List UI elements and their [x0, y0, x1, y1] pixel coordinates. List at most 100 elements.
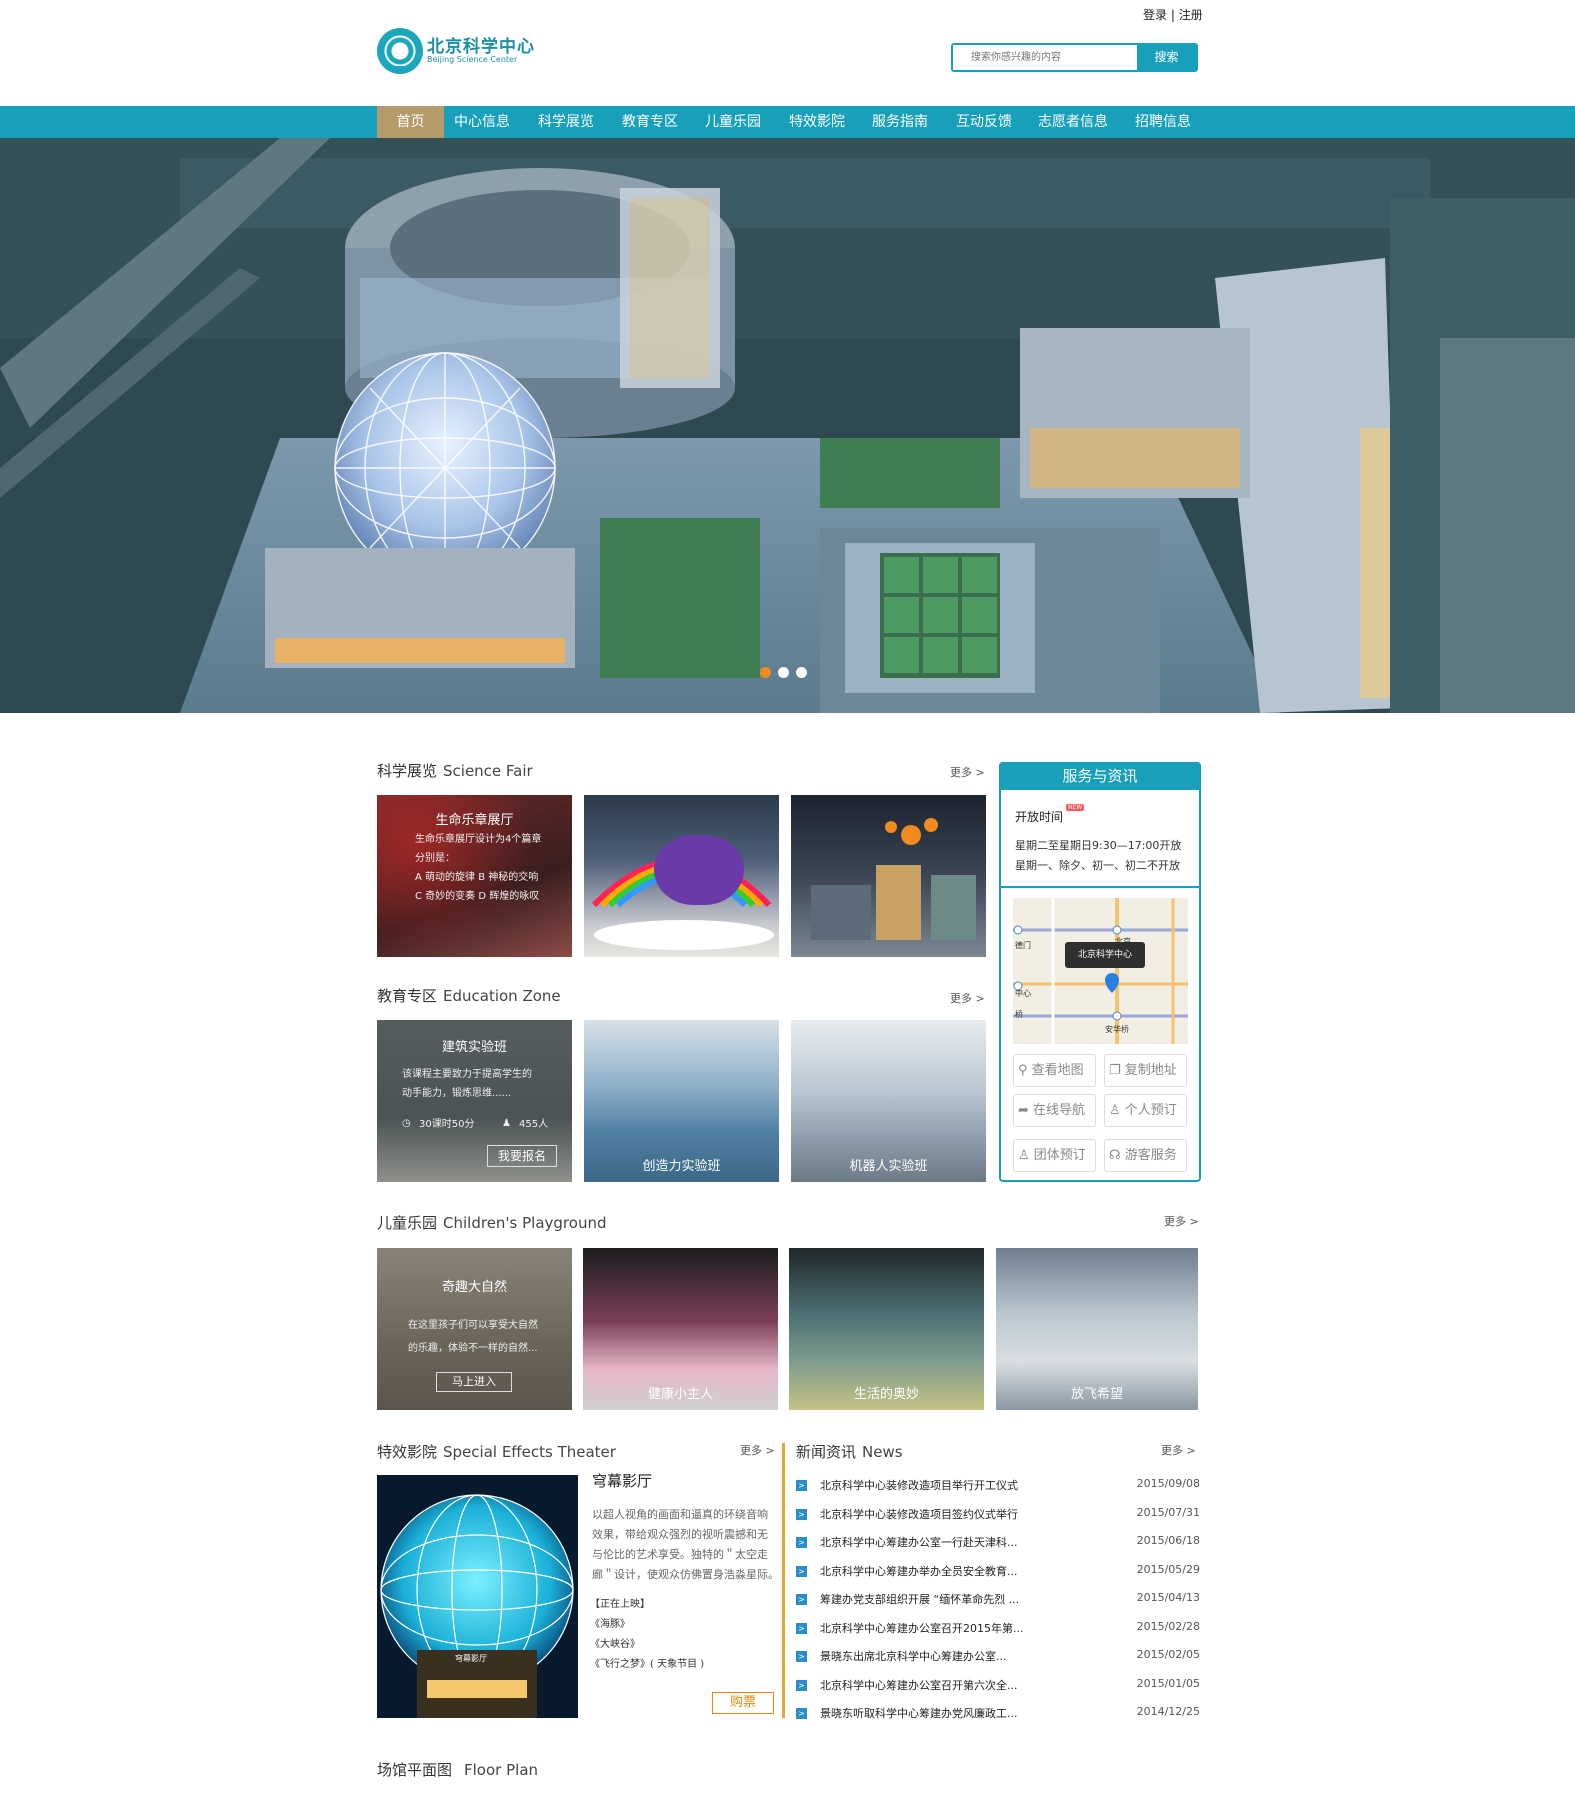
- location-map[interactable]: 德门 北京 中心 桥 安华桥 北京科学中心: [1013, 898, 1188, 1044]
- science-thumb-2[interactable]: [584, 795, 779, 957]
- nav-item-education[interactable]: 教育专区: [612, 106, 688, 138]
- news-item-date: 2015/04/13: [1136, 1591, 1200, 1604]
- education-thumb-creativity[interactable]: 创造力实验班: [584, 1020, 779, 1182]
- buy-ticket-button[interactable]: 购票: [712, 1692, 774, 1714]
- news-item[interactable]: > 景晓东听取科学中心筹建办党风廉政工... 2014/12/25: [796, 1704, 1200, 1724]
- floor-plan-title-en: Floor Plan: [464, 1761, 539, 1779]
- news-item-title: 北京科学中心筹建办举办全员安全教育...: [820, 1564, 1018, 1578]
- copy-address-button[interactable]: ❐ 复制地址: [1104, 1054, 1187, 1087]
- nav-item-playground[interactable]: 儿童乐园: [695, 106, 771, 138]
- navigation-icon: ➦: [1018, 1103, 1034, 1118]
- nav-item-feedback[interactable]: 互动反馈: [946, 106, 1022, 138]
- news-item[interactable]: > 北京科学中心筹建办公室一行赴天津科... 2015/06/18: [796, 1533, 1200, 1553]
- news-item[interactable]: > 北京科学中心筹建办公室召开2015年第... 2015/02/28: [796, 1619, 1200, 1639]
- playground-more-link[interactable]: 更多 >: [1164, 1213, 1199, 1229]
- playground-title: 儿童乐园: [377, 1214, 438, 1232]
- education-featured[interactable]: 建筑实验班 该课程主要致力于提高学生的 动手能力，锻炼思维...... ◷ 30…: [377, 1020, 572, 1182]
- playground-heading: 儿童乐园 Children's Playground: [377, 1212, 607, 1233]
- playground-featured-title: 奇趣大自然: [441, 1280, 507, 1295]
- enroll-button[interactable]: 我要报名: [487, 1145, 557, 1167]
- education-more-link[interactable]: 更多 >: [950, 990, 985, 1006]
- film-item[interactable]: 《海豚》: [590, 1615, 704, 1635]
- visitor-service-button[interactable]: ☊ 游客服务: [1104, 1139, 1187, 1172]
- arrow-right-icon: >: [796, 1480, 807, 1491]
- search-input[interactable]: [953, 45, 1138, 70]
- copy-icon: ❐: [1109, 1063, 1125, 1078]
- news-item[interactable]: > 北京科学中心装修改造项目签约仪式举行 2015/07/31: [796, 1505, 1200, 1525]
- logo[interactable]: 北京科学中心 Beijing Science Center: [377, 26, 537, 82]
- nav-item-recruit[interactable]: 招聘信息: [1122, 106, 1204, 138]
- hero-banner[interactable]: [0, 138, 1575, 713]
- slider-dot-1[interactable]: [760, 667, 771, 678]
- register-link[interactable]: 注册: [1179, 8, 1203, 22]
- news-item-title: 筹建办党支部组织开展 “缅怀革命先烈 ...: [820, 1593, 1020, 1606]
- login-link[interactable]: 登录: [1143, 8, 1167, 22]
- news-item-date: 2015/06/18: [1136, 1534, 1200, 1547]
- news-item[interactable]: > 北京科学中心装修改造项目举行开工仪式 2015/09/08: [796, 1476, 1200, 1496]
- news-item-date: 2015/02/05: [1136, 1648, 1200, 1661]
- map-label: 桥: [1015, 1010, 1023, 1019]
- thumb-image: [811, 818, 976, 940]
- news-title-en: News: [862, 1443, 903, 1461]
- theater-name: 穹幕影厅: [592, 1472, 653, 1490]
- education-thumb-robot[interactable]: 机器人实验班: [791, 1020, 986, 1182]
- slider-dot-3[interactable]: [796, 667, 807, 678]
- divider: [1001, 886, 1199, 888]
- film-item[interactable]: 《飞行之梦》( 天象节目 ): [590, 1655, 704, 1675]
- playground-thumb-life[interactable]: 生活的奥妙: [789, 1248, 984, 1410]
- service-panel: 服务与资讯 开放时间 NEW 星期二至星期日9:30—17:00开放 星期一、除…: [999, 762, 1201, 1182]
- education-thumb-caption: 机器人实验班: [849, 1159, 928, 1174]
- arrow-right-icon: >: [796, 1565, 807, 1577]
- news-item-date: 2015/05/29: [1136, 1562, 1200, 1576]
- view-map-button[interactable]: ⚲ 查看地图: [1013, 1054, 1096, 1087]
- news-item-date: 2014/12/25: [1136, 1705, 1200, 1718]
- news-item[interactable]: > 景晓东出席北京科学中心筹建办公室... 2015/02/05: [796, 1647, 1200, 1667]
- search-button[interactable]: 搜索: [1137, 45, 1196, 70]
- headset-icon: ☊: [1109, 1148, 1125, 1163]
- nav-item-home[interactable]: 首页: [377, 106, 444, 138]
- dome-image: [380, 1494, 574, 1718]
- slider-dot-2[interactable]: [778, 667, 789, 678]
- science-thumb-1-line: 分别是：: [415, 853, 455, 864]
- science-thumb-1-title: 生命乐章展厅: [435, 813, 514, 828]
- theater-heading: 特效影院 Special Effects Theater: [377, 1441, 616, 1462]
- news-item[interactable]: > 北京科学中心筹建办举办全员安全教育... 2015/05/29: [796, 1562, 1200, 1582]
- personal-booking-button[interactable]: ♙ 个人预订: [1104, 1094, 1187, 1127]
- news-item[interactable]: > 北京科学中心筹建办公室召开第六次全... 2015/01/05: [796, 1676, 1200, 1696]
- science-thumb-1[interactable]: 生命乐章展厅 生命乐章展厅设计为4个篇章 分别是： A 萌动的旋律 B 神秘的交…: [377, 795, 572, 957]
- film-item[interactable]: 《大峡谷》: [590, 1635, 704, 1655]
- theater-more-link[interactable]: 更多 >: [740, 1442, 775, 1458]
- theater-title: 特效影院: [377, 1443, 438, 1461]
- news-item-title: 北京科学中心装修改造项目举行开工仪式: [820, 1479, 1018, 1492]
- news-more-link[interactable]: 更多 >: [1161, 1442, 1196, 1458]
- science-fair-more-link[interactable]: 更多 >: [950, 764, 985, 780]
- service-panel-title: 服务与资讯: [999, 762, 1201, 790]
- online-navigation-button[interactable]: ➦ 在线导航: [1013, 1094, 1096, 1127]
- map-image: [1013, 898, 1188, 1044]
- science-thumb-3[interactable]: [791, 795, 986, 957]
- playground-featured[interactable]: 奇趣大自然 在这里孩子们可以享受大自然 的乐趣，体验不一样的自然... 马上进入: [377, 1248, 572, 1410]
- news-item-date: 2015/09/08: [1136, 1477, 1200, 1490]
- view-map-label: 查看地图: [1031, 1063, 1084, 1078]
- nav-item-volunteer[interactable]: 志愿者信息: [1030, 106, 1116, 138]
- nav-item-service-guide[interactable]: 服务指南: [862, 106, 938, 138]
- logo-icon: [377, 28, 423, 74]
- group-booking-button[interactable]: ♙ 团体预订: [1013, 1139, 1096, 1172]
- map-location-tooltip: 北京科学中心: [1065, 942, 1145, 968]
- news-item[interactable]: > 筹建办党支部组织开展 “缅怀革命先烈 ... 2015/04/13: [796, 1590, 1200, 1610]
- enter-button[interactable]: 马上进入: [436, 1372, 512, 1392]
- education-thumb-caption: 创造力实验班: [642, 1159, 721, 1174]
- floor-plan-heading: 场馆平面图 Floor Plan: [377, 1759, 538, 1780]
- playground-thumb-hope[interactable]: 放飞希望: [996, 1248, 1198, 1410]
- education-hours: 30课时50分: [419, 1119, 475, 1130]
- playground-thumb-health[interactable]: 健康小主人: [583, 1248, 778, 1410]
- map-label: 中心: [1015, 989, 1031, 998]
- nav-item-center-info[interactable]: 中心信息: [444, 106, 520, 138]
- nav-item-theater[interactable]: 特效影院: [779, 106, 855, 138]
- main-nav: 首页 中心信息 科学展览 教育专区 儿童乐园 特效影院 服务指南 互动反馈 志愿…: [0, 106, 1575, 138]
- hero-image: [0, 138, 1575, 713]
- nav-item-science-fair[interactable]: 科学展览: [528, 106, 604, 138]
- news-item-date: 2015/02/28: [1136, 1619, 1200, 1633]
- theater-image[interactable]: 穹幕影厅: [377, 1475, 578, 1718]
- news-item-title: 景晓东听取科学中心筹建办党风廉政工...: [820, 1707, 1018, 1720]
